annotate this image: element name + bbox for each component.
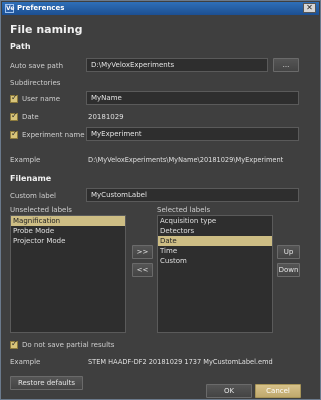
window-title: Preferences xyxy=(17,4,65,12)
move-up-button[interactable]: Up xyxy=(277,245,300,259)
selected-labels-heading: Selected labels xyxy=(157,206,211,214)
unselected-labels-list[interactable]: Magnification Probe Mode Projector Mode xyxy=(10,215,126,333)
auto-save-path-label: Auto save path xyxy=(10,62,64,70)
experiment-name-input[interactable]: MyExperiment xyxy=(86,127,299,141)
title-bar[interactable]: Ve Preferences ✕ xyxy=(2,2,319,15)
restore-defaults-button[interactable]: Restore defaults xyxy=(10,376,83,390)
add-label-button[interactable]: >> xyxy=(132,245,153,259)
user-name-input[interactable]: MyName xyxy=(86,91,299,105)
ok-button[interactable]: OK xyxy=(206,384,252,398)
experiment-name-checkbox[interactable] xyxy=(10,129,18,139)
date-value: 20181029 xyxy=(88,113,124,121)
browse-button[interactable]: ... xyxy=(273,58,299,72)
subdirectories-label: Subdirectories xyxy=(10,79,61,87)
path-heading: Path xyxy=(10,42,31,51)
auto-save-path-input[interactable]: D:\MyVeloxExperiments xyxy=(86,58,268,72)
list-item[interactable]: Custom xyxy=(158,256,272,266)
list-item[interactable]: Time xyxy=(158,246,272,256)
date-checkbox[interactable] xyxy=(10,111,18,121)
list-item[interactable]: Detectors xyxy=(158,226,272,236)
custom-label-input[interactable]: MyCustomLabel xyxy=(86,188,299,202)
close-icon[interactable]: ✕ xyxy=(303,3,316,13)
filename-heading: Filename xyxy=(10,174,52,183)
list-item[interactable]: Projector Mode xyxy=(11,236,125,246)
move-down-button[interactable]: Down xyxy=(277,263,300,277)
list-item[interactable]: Magnification xyxy=(11,216,125,226)
filename-example-label: Example xyxy=(10,358,41,366)
path-example-value: D:\MyVeloxExperiments\MyName\20181029\My… xyxy=(88,156,284,164)
date-label: Date xyxy=(22,113,39,121)
experiment-name-label: Experiment name xyxy=(22,131,85,139)
filename-example-value: STEM HAADF-DF2 20181029 1737 MyCustomLab… xyxy=(88,358,273,366)
list-item[interactable]: Date xyxy=(158,236,272,246)
user-name-checkbox[interactable] xyxy=(10,93,18,103)
custom-label-label: Custom label xyxy=(10,192,56,200)
selected-labels-list[interactable]: Acquisition type Detectors Date Time Cus… xyxy=(157,215,273,333)
list-item[interactable]: Acquisition type xyxy=(158,216,272,226)
do-not-save-partial-checkbox[interactable] xyxy=(10,339,18,349)
remove-label-button[interactable]: << xyxy=(132,263,153,277)
cancel-button[interactable]: Cancel xyxy=(255,384,301,398)
list-item[interactable]: Probe Mode xyxy=(11,226,125,236)
preferences-dialog: Ve Preferences ✕ File naming Path Auto s… xyxy=(0,0,321,400)
path-example-label: Example xyxy=(10,156,41,164)
user-name-label: User name xyxy=(22,95,61,103)
do-not-save-partial-label: Do not save partial results xyxy=(22,341,115,349)
unselected-labels-heading: Unselected labels xyxy=(10,206,72,214)
app-icon: Ve xyxy=(5,4,15,13)
page-title: File naming xyxy=(10,23,83,36)
